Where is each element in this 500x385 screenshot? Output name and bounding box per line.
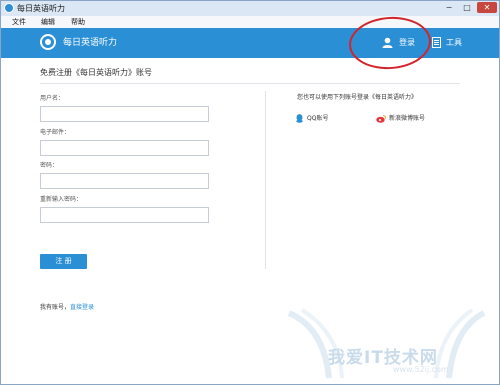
username-label: 用户名： (40, 95, 65, 102)
vertical-divider (265, 91, 266, 269)
password-label: 密码： (40, 162, 59, 169)
window-title: 每日英语听力 (17, 4, 65, 13)
password-input[interactable] (40, 173, 209, 189)
maximize-button[interactable]: □ (459, 2, 475, 13)
tools-icon[interactable] (432, 37, 441, 48)
username-input[interactable] (40, 106, 209, 122)
email-input[interactable] (40, 140, 209, 156)
register-heading: 免费注册《每日英语听力》账号 (40, 68, 152, 77)
has-account-label: 我有账号， (40, 304, 71, 311)
qq-login-link[interactable]: QQ账号 (307, 114, 328, 123)
app-window: 每日英语听力 − □ ✕ 文件 编辑 帮助 每日英语听力 登录 工具 免费注册《… (0, 0, 500, 385)
weibo-icon[interactable] (376, 115, 386, 123)
minimize-button[interactable]: − (441, 2, 457, 13)
direct-login-link[interactable]: 直接登录 (70, 304, 94, 311)
app-logo-icon[interactable] (40, 34, 56, 50)
watermark-url: www.52ij.com (393, 365, 449, 374)
tools-button[interactable]: 工具 (446, 36, 462, 50)
qq-icon[interactable] (296, 114, 303, 123)
confirm-password-input[interactable] (40, 207, 209, 223)
brand-name: 每日英语听力 (63, 38, 118, 48)
weibo-login-link[interactable]: 新浪微博账号 (389, 114, 425, 123)
email-label: 电子邮件： (40, 129, 71, 136)
third-party-title: 您也可以使用下列账号登录《每日英语听力》 (297, 94, 418, 101)
menu-help[interactable]: 帮助 (71, 16, 85, 28)
register-button[interactable]: 注 册 (40, 254, 87, 269)
menu-edit[interactable]: 编辑 (41, 16, 55, 28)
heading-divider (40, 83, 460, 84)
title-bar: 每日英语听力 − □ ✕ (1, 1, 499, 16)
has-account-text: 我有账号，直接登录 (40, 303, 94, 312)
app-icon (4, 3, 14, 13)
menu-file[interactable]: 文件 (12, 16, 26, 28)
confirm-password-label: 重新输入密码： (40, 196, 83, 203)
close-button[interactable]: ✕ (477, 2, 497, 13)
